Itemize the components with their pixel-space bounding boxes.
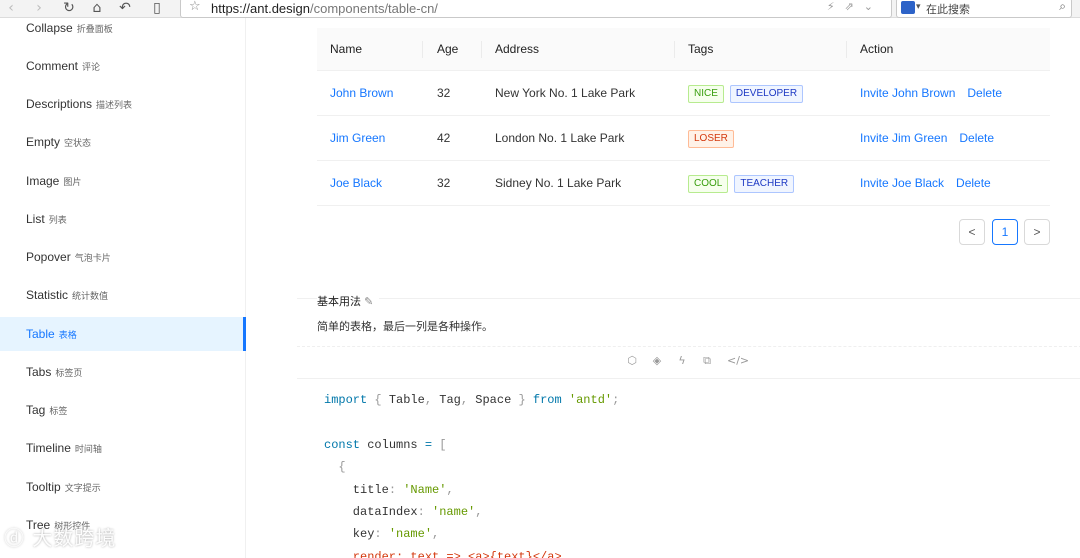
demo-title: 基本用法 ✎ xyxy=(317,293,380,309)
search-box[interactable]: ▾ 在此搜索 ⌕ xyxy=(896,0,1072,18)
column-header-age: Age xyxy=(437,42,459,56)
tag-badge: DEVELOPER xyxy=(729,84,804,103)
invite-link[interactable]: Invite John Brown xyxy=(860,86,955,100)
sidebar-item-tooltip[interactable]: Tooltip 文字提示 xyxy=(0,470,246,504)
codepen-icon[interactable]: ◈ xyxy=(650,354,664,367)
age-cell: 42 xyxy=(437,131,451,145)
sidebar-item-empty[interactable]: Empty 空状态 xyxy=(0,125,246,159)
column-header-address: Address xyxy=(495,42,540,56)
action-cell: Invite John Brown Delete xyxy=(860,71,1002,116)
action-cell: Invite Jim Green Delete xyxy=(860,116,994,161)
code-line: const columns = [ xyxy=(324,437,447,452)
tag-badge: COOL xyxy=(688,174,729,193)
address-bar-tools-icon[interactable]: ⚡⇗⌄ xyxy=(827,0,883,13)
table-row: John Brown 32 New York No. 1 Lake Park N… xyxy=(317,71,1050,116)
delete-link[interactable]: Delete xyxy=(956,176,991,190)
address-cell: Sidney No. 1 Lake Park xyxy=(495,176,622,190)
sidebar-item-list[interactable]: List 列表 xyxy=(0,202,246,236)
invite-link[interactable]: Invite Jim Green xyxy=(860,131,947,145)
table-header: Name Age Address Tags Action xyxy=(317,28,1050,71)
tag-badge: TEACHER xyxy=(734,174,795,193)
demo-description: 简单的表格，最后一列是各种操作。 xyxy=(317,321,493,333)
delete-link[interactable]: Delete xyxy=(959,131,994,145)
tags-cell: LOSER xyxy=(688,116,740,161)
data-table: Name Age Address Tags Action John Brown … xyxy=(317,28,1050,206)
address-bar[interactable]: ☆ https://ant.design/components/table-cn… xyxy=(180,0,892,18)
codesandbox-icon[interactable]: ⬡ xyxy=(625,354,639,367)
tags-cell: COOL TEACHER xyxy=(688,161,800,206)
pagination-prev-button[interactable]: < xyxy=(959,219,985,245)
sidebar-item-timeline[interactable]: Timeline 时间轴 xyxy=(0,431,246,465)
chevron-down-icon[interactable]: ▾ xyxy=(916,1,921,12)
search-placeholder: 在此搜索 xyxy=(926,4,970,16)
tags-cell: NICE DEVELOPER xyxy=(688,71,809,116)
sidebar-item-statistic[interactable]: Statistic 统计数值 xyxy=(0,278,246,312)
name-link[interactable]: John Brown xyxy=(330,71,393,116)
stackblitz-icon[interactable]: ϟ xyxy=(675,354,689,367)
column-divider xyxy=(846,41,847,58)
sidebar: Collapse 折叠面板 Comment 评论 Descriptions 描述列表 … xyxy=(0,18,246,558)
sidebar-item-popover[interactable]: Popover 气泡卡片 xyxy=(0,240,246,274)
code-line: title: 'Name', xyxy=(324,482,454,497)
column-divider xyxy=(481,41,482,58)
sidebar-item-descriptions[interactable]: Descriptions 描述列表 xyxy=(0,87,246,121)
code-line: dataIndex: 'name', xyxy=(324,504,483,519)
invite-link[interactable]: Invite Joe Black xyxy=(860,176,944,190)
pagination-next-button[interactable]: > xyxy=(1024,219,1050,245)
column-divider xyxy=(422,41,423,58)
table-row: Joe Black 32 Sidney No. 1 Lake Park COOL… xyxy=(317,161,1050,206)
column-divider xyxy=(674,41,675,58)
sidebar-item-collapse[interactable]: Collapse 折叠面板 xyxy=(0,11,246,45)
address-cell: London No. 1 Lake Park xyxy=(495,131,625,145)
tag-badge: NICE xyxy=(688,84,724,103)
watermark: ⓓ 大数跨境 xyxy=(4,526,117,550)
address-cell: New York No. 1 Lake Park xyxy=(495,86,636,100)
pagination-page-1[interactable]: 1 xyxy=(992,219,1018,245)
code-line: key: 'name', xyxy=(324,527,440,542)
code-expand-icon[interactable]: </> xyxy=(727,354,749,367)
sidebar-item-tabs[interactable]: Tabs 标签页 xyxy=(0,355,246,389)
column-header-name: Name xyxy=(330,42,363,56)
column-header-action: Action xyxy=(860,42,894,56)
column-header-tags: Tags xyxy=(688,42,714,56)
delete-link[interactable]: Delete xyxy=(967,86,1002,100)
code-line: { xyxy=(338,460,346,475)
main-content: Name Age Address Tags Action John Brown … xyxy=(247,18,1080,558)
sidebar-item-comment[interactable]: Comment 评论 xyxy=(0,49,246,83)
name-link[interactable]: Joe Black xyxy=(330,161,382,206)
sidebar-item-table[interactable]: Table 表格 xyxy=(0,317,246,351)
table-row: Jim Green 42 London No. 1 Lake Park LOSE… xyxy=(317,116,1050,161)
sidebar-item-tag[interactable]: Tag 标签 xyxy=(0,393,246,427)
search-icon[interactable]: ⌕ xyxy=(1059,0,1066,14)
code-text: import { Table, Tag, Space } from 'antd'… xyxy=(324,393,619,558)
age-cell: 32 xyxy=(437,86,451,100)
code-line: import { Table, Tag, Space } from 'antd'… xyxy=(324,393,620,407)
sidebar-item-image[interactable]: Image 图片 xyxy=(0,164,246,198)
copy-icon[interactable]: ⧉ xyxy=(700,354,714,368)
name-link[interactable]: Jim Green xyxy=(330,116,385,161)
edit-icon[interactable]: ✎ xyxy=(364,295,373,308)
tag-badge: LOSER xyxy=(688,129,734,148)
code-line: render: text => <a>{text}</a>, xyxy=(324,549,569,558)
search-engine-logo-icon[interactable] xyxy=(901,1,915,14)
age-cell: 32 xyxy=(437,176,451,190)
action-cell: Invite Joe Black Delete xyxy=(860,161,991,206)
